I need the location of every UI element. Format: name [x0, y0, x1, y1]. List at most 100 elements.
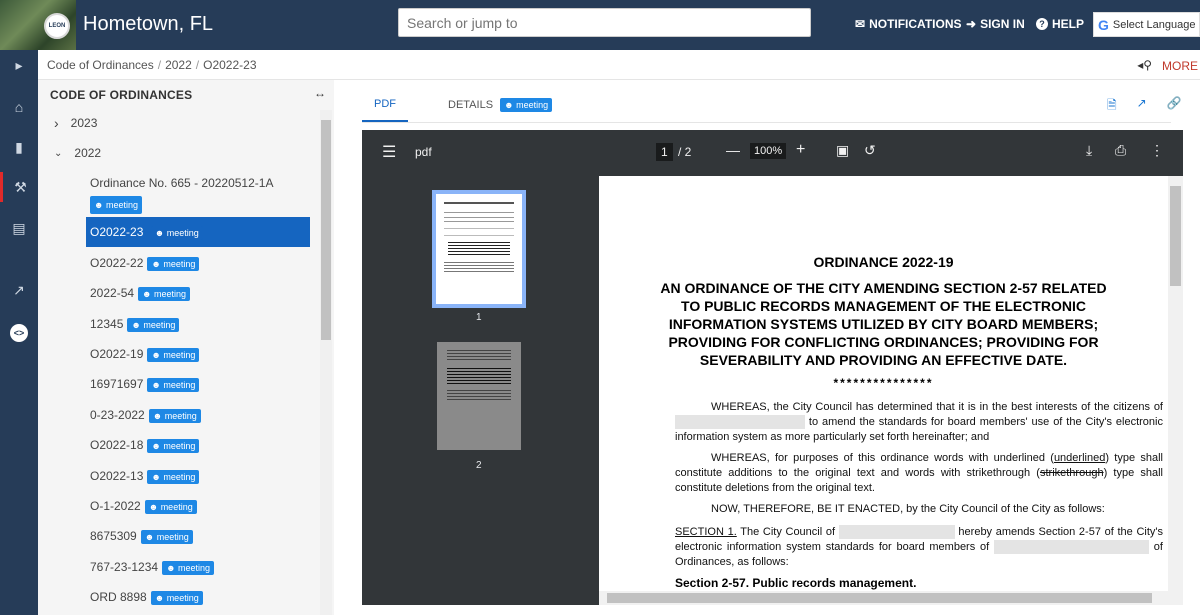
page-number-input[interactable]: 1	[656, 143, 673, 161]
document-icon[interactable]: ▤	[0, 213, 38, 243]
zoom-out-icon[interactable]: —	[726, 142, 740, 158]
breadcrumb: Code of Ordinances/2022/O2022-23	[47, 58, 257, 72]
link-icon[interactable]: 🔗	[1167, 96, 1182, 117]
book-icon[interactable]: ▮	[0, 132, 38, 162]
zoom-level[interactable]: 100%	[750, 143, 787, 159]
thumbnail-label-2: 2	[476, 460, 482, 471]
thumbnail-label-1: 1	[476, 312, 482, 323]
search-input[interactable]	[398, 8, 811, 37]
toc-item[interactable]: ORD 8898 ☻ meeting	[86, 590, 310, 605]
doc-subtitle-line: SEVERABILITY AND PROVIDING AN EFFECTIVE …	[699, 352, 1068, 368]
site-title[interactable]: Hometown, FL	[83, 13, 213, 36]
city-seal-logo[interactable]: LEON	[44, 13, 70, 39]
meeting-badge: ☻ meeting	[147, 347, 200, 362]
toc-title: CODE OF ORDINANCES	[50, 88, 193, 102]
toc-year-2023[interactable]: › 2023	[54, 115, 97, 131]
toc-item[interactable]: 16971697 ☻ meeting	[86, 377, 310, 392]
pdf-download-icon[interactable]: 🗎	[1107, 96, 1117, 117]
meeting-badge: ☻ meeting	[148, 408, 201, 423]
tab-pdf[interactable]: PDF	[362, 94, 408, 122]
redaction-box	[994, 540, 1149, 555]
meeting-badge: ☻ meeting	[147, 256, 200, 271]
thumbnail-pane: 1 2	[362, 176, 599, 605]
toc-item[interactable]: O2022-13 ☻ meeting	[86, 469, 310, 484]
pdf-toolbar: ☰ pdf 1 / 2 — 100% + ▣ ↺ ⤓ ⎙ ⋮	[362, 130, 1183, 176]
pdf-horizontal-scroll-thumb[interactable]	[607, 593, 1152, 603]
toc-item[interactable]: 2022-54 ☻ meeting	[86, 286, 310, 301]
toc-item-active[interactable]: O2022-23 ☻ meeting	[86, 217, 310, 247]
toc-item[interactable]: Ordinance No. 665 - 20220512-1A ☻ meetin…	[86, 176, 310, 214]
toc-year-2022[interactable]: ⌄ 2022	[54, 146, 101, 160]
page-total: / 2	[678, 145, 692, 159]
breadcrumb-bar: Code of Ordinances/2022/O2022-23 ◂⚲ MORE	[38, 50, 1200, 80]
open-new-window-icon[interactable]: ↗	[1137, 96, 1147, 117]
content-tabs: PDF DETAILS ☻ meeting	[362, 94, 564, 122]
doc-subtitle-line: INFORMATION SYSTEMS UTILIZED BY CITY BOA…	[668, 316, 1099, 332]
envelope-icon: ✉	[855, 17, 866, 31]
google-icon: G	[1098, 16, 1109, 33]
doc-paragraph-section-1: SECTION 1. The City Council of hereby am…	[675, 525, 1163, 568]
language-selector[interactable]: G Select Language	[1093, 12, 1200, 37]
doc-section-heading: Section 2-57. Public records management.	[675, 576, 917, 590]
pdf-vertical-scroll-thumb[interactable]	[1170, 186, 1181, 286]
meeting-badge: ☻ meeting	[150, 590, 203, 605]
toc-item[interactable]: 8675309 ☻ meeting	[86, 529, 310, 544]
doc-subtitle-line: AN ORDINANCE OF THE CITY AMENDING SECTIO…	[660, 280, 1107, 296]
meeting-badge: ☻ meeting	[138, 286, 191, 301]
sign-in-icon: ➜	[966, 17, 977, 31]
toc-item[interactable]: 767-23-1234 ☻ meeting	[86, 560, 310, 575]
top-bar: LEON Hometown, FL ✉ NOTIFICATIONS ➜ SIGN…	[0, 0, 1200, 50]
tab-details[interactable]: DETAILS ☻ meeting	[436, 94, 564, 122]
meeting-badge: ☻ meeting	[127, 317, 180, 332]
toc-item[interactable]: O2022-22 ☻ meeting	[86, 256, 310, 271]
doc-subtitle-line: TO PUBLIC RECORDS MANAGEMENT OF THE ELEC…	[681, 298, 1086, 314]
breadcrumb-2022[interactable]: 2022	[165, 58, 192, 72]
doc-subtitle-line: PROVIDING FOR CONFLICTING ORDINANCES; PR…	[668, 334, 1099, 350]
left-rail: ▸ ⌂ ▮ ⚒ ▤ ↗ <>	[0, 50, 38, 615]
download-icon[interactable]: ⤓	[1086, 142, 1092, 159]
toc-item[interactable]: 0-23-2022 ☻ meeting	[86, 408, 310, 423]
search-toggle-icon[interactable]: ◂⚲	[1137, 58, 1152, 72]
meeting-badge: ☻ meeting	[144, 499, 197, 514]
page-thumbnail-1[interactable]	[432, 190, 526, 308]
rotate-icon[interactable]: ↺	[864, 142, 876, 159]
toc-item[interactable]: O2022-19 ☻ meeting	[86, 347, 310, 362]
toc-item[interactable]: O2022-18 ☻ meeting	[86, 438, 310, 453]
redaction-box	[675, 415, 805, 430]
menu-icon[interactable]: ☰	[382, 142, 396, 162]
more-options-icon[interactable]: ⋮	[1150, 142, 1164, 159]
external-link-icon[interactable]: ↗	[0, 275, 38, 305]
print-icon[interactable]: ⎙	[1115, 142, 1126, 159]
expand-rail-icon[interactable]: ▸	[0, 50, 38, 80]
breadcrumb-code-of-ordinances[interactable]: Code of Ordinances	[47, 58, 154, 72]
code-icon[interactable]: <>	[0, 318, 38, 348]
redaction-box	[838, 525, 955, 540]
toc-item[interactable]: 12345 ☻ meeting	[86, 317, 310, 332]
meeting-badge: ☻ meeting	[162, 560, 215, 575]
pdf-viewer: ☰ pdf 1 / 2 — 100% + ▣ ↺ ⤓ ⎙ ⋮ 1 2 ORDIN…	[362, 130, 1183, 605]
notifications-link[interactable]: ✉ NOTIFICATIONS	[855, 17, 962, 31]
header-banner-image: LEON	[0, 0, 76, 50]
gavel-icon[interactable]: ⚒	[0, 172, 38, 202]
pdf-page: ORDINANCE 2022-19 AN ORDINANCE OF THE CI…	[599, 176, 1168, 605]
meeting-badge: ☻ meeting	[147, 469, 200, 484]
meeting-badge: ☻ meeting	[500, 98, 553, 112]
breadcrumb-current: O2022-23	[203, 58, 257, 72]
meeting-badge: ☻ meeting	[90, 196, 143, 214]
sign-in-link[interactable]: ➜ SIGN IN	[966, 17, 1025, 31]
home-icon[interactable]: ⌂	[0, 92, 38, 122]
chevron-right-icon: ›	[54, 115, 59, 131]
meeting-badge: ☻ meeting	[140, 529, 193, 544]
toc-item[interactable]: O-1-2022 ☻ meeting	[86, 499, 310, 514]
doc-separator: ***************	[833, 376, 934, 390]
document-tools: 🗎 ↗ 🔗	[1107, 96, 1182, 117]
chevron-down-icon: ⌄	[54, 147, 63, 159]
doc-title: ORDINANCE 2022-19	[813, 254, 954, 270]
sidebar-scroll-thumb[interactable]	[321, 120, 331, 340]
more-link[interactable]: MORE	[1162, 59, 1198, 73]
page-thumbnail-2[interactable]	[437, 342, 521, 450]
help-link[interactable]: ? HELP	[1036, 17, 1084, 31]
collapse-sidebar-icon[interactable]: ↔	[314, 86, 326, 100]
zoom-in-icon[interactable]: +	[796, 141, 805, 159]
fit-page-icon[interactable]: ▣	[836, 142, 849, 159]
